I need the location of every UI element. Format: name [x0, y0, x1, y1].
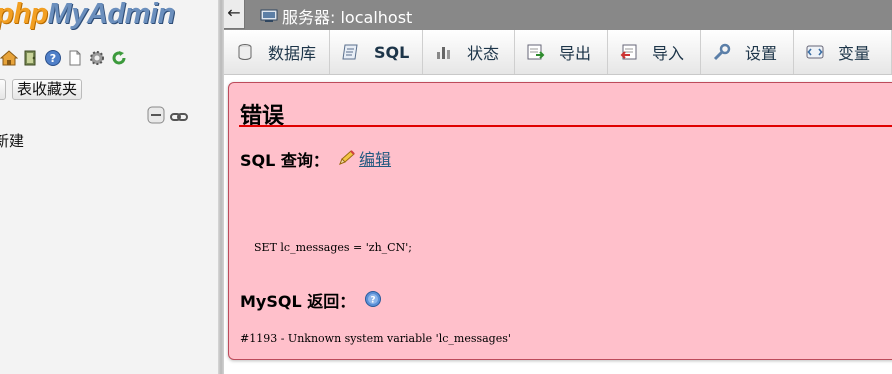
pencil-icon: [337, 149, 357, 167]
new-database-item[interactable]: 新建: [0, 130, 24, 151]
import-icon: [620, 43, 638, 61]
server-icon: [260, 6, 278, 24]
tab-import[interactable]: 导入: [608, 30, 701, 74]
tab-status[interactable]: 状态: [423, 30, 515, 74]
collapse-all-icon[interactable]: [147, 106, 165, 124]
tab-sql[interactable]: SQL: [330, 30, 423, 74]
tab-label: 数据库: [268, 44, 317, 63]
svg-text:?: ?: [50, 52, 56, 65]
recent-tables-button[interactable]: [0, 79, 6, 100]
sql-query-label: SQL 查询：: [240, 151, 329, 170]
tab-variables[interactable]: 变量: [794, 30, 892, 74]
tab-settings[interactable]: 设置: [701, 30, 794, 74]
navigation-panel: phpMyAdmin ? 表收藏夹 新建: [0, 0, 218, 374]
tab-label: 状态: [467, 44, 500, 63]
tab-label: 导入: [652, 44, 685, 63]
variables-icon: [806, 43, 824, 61]
tab-label: 设置: [745, 44, 778, 63]
back-arrow-button[interactable]: ←: [224, 0, 245, 29]
svg-text:?: ?: [370, 296, 375, 306]
mysql-error-message: #1193 - Unknown system variable 'lc_mess…: [240, 332, 511, 345]
edit-link-text: 编辑: [359, 150, 392, 169]
edit-query-link[interactable]: 编辑: [337, 146, 391, 170]
tab-export[interactable]: 导出: [515, 30, 608, 74]
mysql-returned-label: MySQL 返回：: [240, 292, 356, 311]
tab-databases[interactable]: 数据库: [224, 30, 330, 74]
export-icon: [527, 43, 545, 61]
tab-label: SQL: [374, 42, 410, 62]
tab-label: 变量: [838, 44, 871, 63]
status-icon: [435, 43, 453, 61]
database-icon: [236, 43, 254, 61]
error-divider: [239, 125, 892, 127]
main-tab-menu: 数据库 SQL 状态 导出 导入 设置 变量: [224, 30, 892, 75]
help-icon[interactable]: ?: [364, 290, 382, 308]
docs-icon[interactable]: [66, 49, 84, 67]
logo-text-php: php: [0, 0, 48, 30]
exit-icon[interactable]: [22, 49, 40, 67]
favorites-button[interactable]: 表收藏夹: [12, 79, 83, 100]
link-icon[interactable]: [170, 108, 188, 126]
server-breadcrumb-bar: ← 服务器: localhost: [224, 0, 892, 30]
settings-icon[interactable]: [88, 49, 106, 67]
sql-icon: [342, 43, 360, 61]
error-message-box: 错误 SQL 查询： 编辑 SET lc_messages = 'zh_CN';…: [228, 82, 892, 360]
help-icon[interactable]: ?: [44, 49, 62, 67]
home-icon[interactable]: [0, 49, 18, 67]
tab-label: 导出: [559, 44, 592, 63]
wrench-icon: [713, 43, 731, 61]
phpmyadmin-logo[interactable]: phpMyAdmin: [0, 0, 175, 31]
sql-query-code: SET lc_messages = 'zh_CN';: [254, 241, 412, 254]
server-label[interactable]: 服务器: localhost: [282, 4, 412, 28]
nav-icon-bar: ?: [0, 49, 128, 67]
reload-icon[interactable]: [110, 49, 128, 67]
logo-text-myadmin: MyAdmin: [47, 0, 176, 30]
